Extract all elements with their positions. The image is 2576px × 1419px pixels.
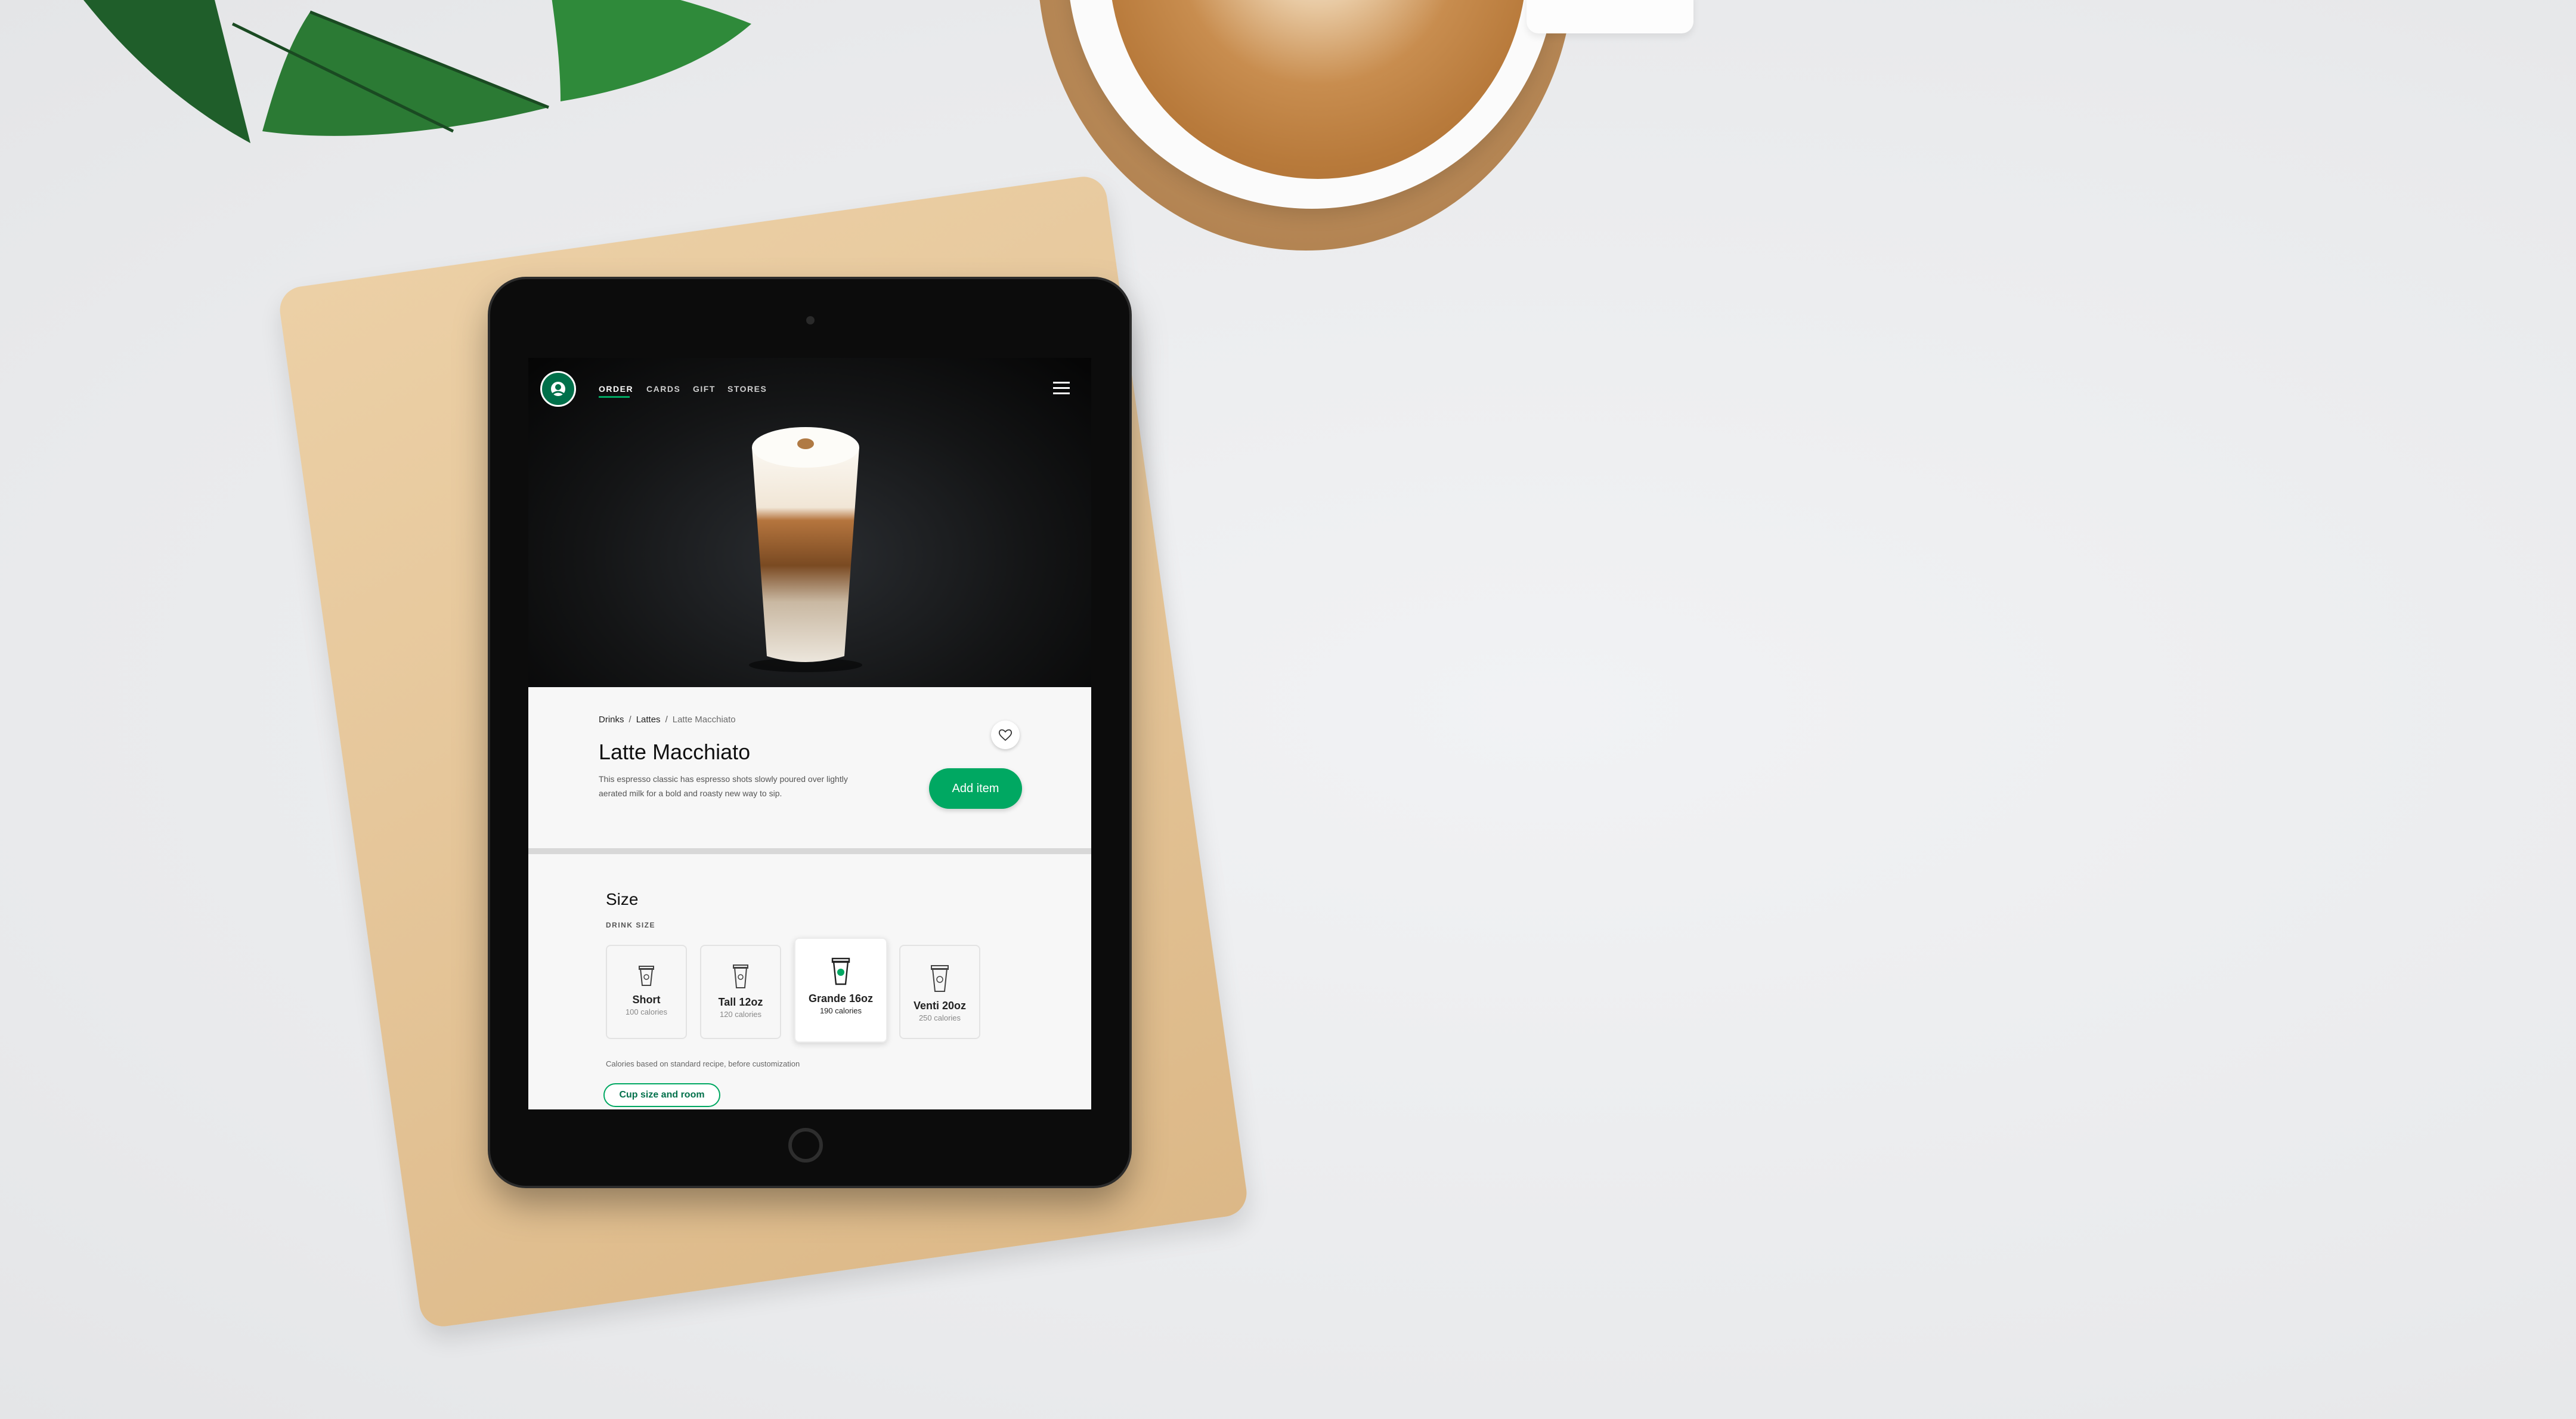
product-info: Drinks / Lattes / Latte Macchiato Latte Macc… [528, 687, 1091, 848]
home-button[interactable] [788, 1128, 823, 1163]
camera-dot [806, 316, 815, 324]
drink-size-label: DRINK SIZE [606, 921, 656, 929]
breadcrumb-current: Latte Macchiato [672, 715, 736, 725]
cup-size-and-room-button[interactable]: Cup size and room [603, 1083, 720, 1107]
tall-cup-icon [733, 964, 748, 988]
breadcrumb: Drinks / Lattes / Latte Macchiato [599, 715, 736, 725]
breadcrumb-drinks[interactable]: Drinks [599, 715, 624, 725]
size-option-short[interactable]: Short 100 calories [606, 945, 687, 1039]
nav-gift[interactable]: GIFT [693, 384, 716, 394]
size-calories: 190 calories [819, 1006, 862, 1015]
nav-order[interactable]: ORDER [599, 384, 633, 394]
size-option-tall[interactable]: Tall 12oz 120 calories [700, 945, 781, 1039]
cup-handle [1527, 0, 1693, 33]
size-calories: 250 calories [918, 1013, 961, 1022]
venti-cup-icon [931, 965, 949, 992]
size-calories: 100 calories [625, 1007, 668, 1016]
grande-cup-icon [831, 957, 850, 985]
siren-logo[interactable] [540, 371, 576, 407]
size-section: Size DRINK SIZE Short 100 calories Tall … [528, 854, 1091, 1109]
monstera-leaf-image [83, 0, 751, 143]
short-cup-icon [639, 966, 654, 986]
top-nav: ORDER CARDS GIFT STORES [528, 358, 1091, 418]
size-calories: 120 calories [719, 1010, 762, 1019]
latte-macchiato-photo [749, 427, 862, 672]
hero-banner: ORDER CARDS GIFT STORES [528, 358, 1091, 687]
size-option-venti[interactable]: Venti 20oz 250 calories [899, 945, 980, 1039]
calorie-note: Calories based on standard recipe, befor… [606, 1059, 800, 1068]
size-name: Short [632, 994, 661, 1006]
size-name: Tall 12oz [718, 996, 763, 1008]
size-name: Venti 20oz [913, 1000, 967, 1012]
section-divider [528, 848, 1091, 854]
hamburger-icon[interactable] [1053, 382, 1070, 396]
favorite-button[interactable] [991, 721, 1020, 749]
heart-icon [998, 729, 1013, 741]
add-item-button[interactable]: Add item [929, 768, 1022, 809]
size-option-grande[interactable]: Grande 16oz 190 calories [794, 938, 887, 1043]
nav-active-underline [599, 396, 630, 398]
product-description: This espresso classic has espresso shots… [599, 774, 848, 798]
nav-cards[interactable]: CARDS [646, 384, 680, 394]
product-title: Latte Macchiato [599, 740, 751, 764]
breadcrumb-lattes[interactable]: Lattes [636, 715, 661, 725]
size-title: Size [606, 890, 639, 908]
tablet-device: ORDER CARDS GIFT STORES Drinks / Lattes … [490, 279, 1129, 1186]
tablet-screen: ORDER CARDS GIFT STORES Drinks / Lattes … [528, 358, 1091, 1109]
size-name: Grande 16oz [808, 993, 874, 1004]
nav-stores[interactable]: STORES [727, 384, 767, 394]
